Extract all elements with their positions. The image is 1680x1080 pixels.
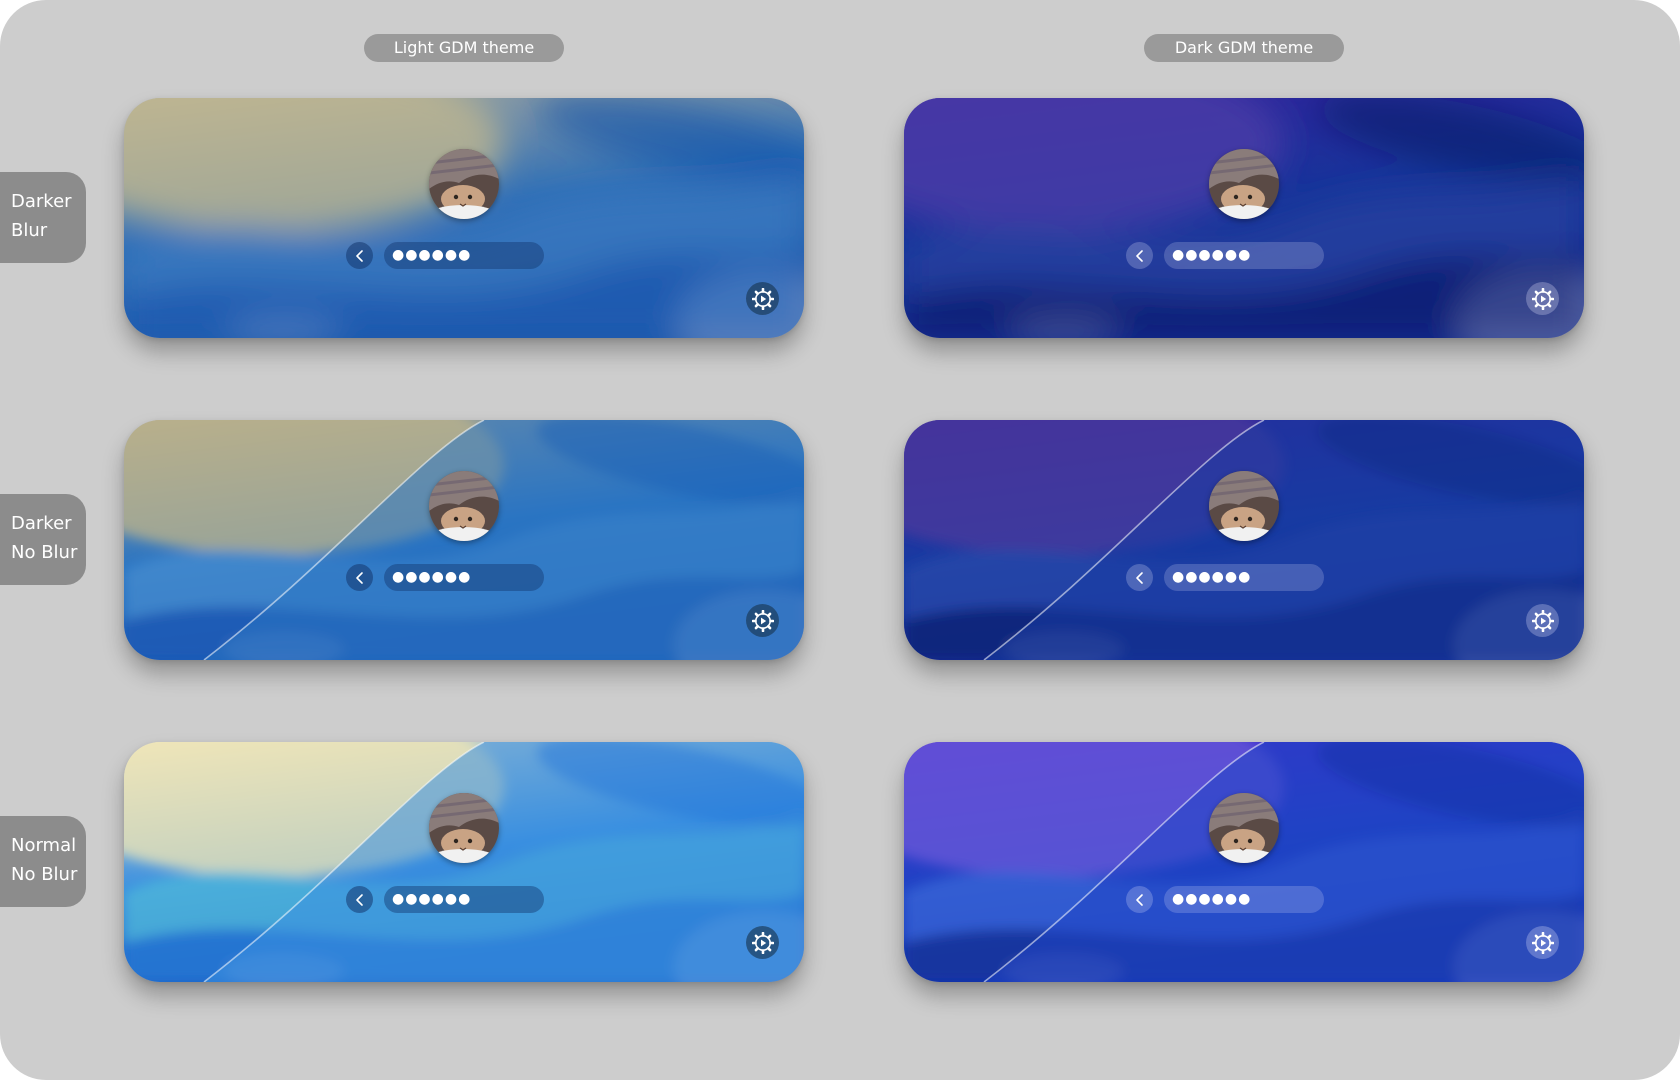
back-button[interactable] <box>346 564 373 591</box>
row-label-line: No Blur <box>11 864 78 885</box>
back-button[interactable] <box>346 242 373 269</box>
gear-icon <box>751 287 774 310</box>
back-button[interactable] <box>1126 242 1153 269</box>
user-avatar[interactable] <box>429 793 499 863</box>
row-label-line: Blur <box>11 220 48 241</box>
password-mask: ●●●●●● <box>392 247 472 263</box>
password-mask: ●●●●●● <box>1172 569 1252 585</box>
comparison-canvas: Light GDM theme Dark GDM theme Darker Bl… <box>0 0 1680 1080</box>
gear-icon <box>1531 287 1554 310</box>
password-mask: ●●●●●● <box>1172 247 1252 263</box>
gear-icon <box>751 609 774 632</box>
session-settings-button[interactable] <box>746 604 779 637</box>
back-button[interactable] <box>346 886 373 913</box>
login-preview-dark-darker-no-blur: ●●●●●● <box>904 420 1584 660</box>
chevron-left-icon <box>355 893 363 906</box>
row-label-line: No Blur <box>11 542 78 563</box>
password-field[interactable]: ●●●●●● <box>1164 242 1324 269</box>
row-label-normal-no-blur: Normal No Blur <box>0 816 86 907</box>
user-avatar[interactable] <box>429 149 499 219</box>
gear-icon <box>751 931 774 954</box>
chevron-left-icon <box>1135 571 1143 584</box>
password-field[interactable]: ●●●●●● <box>384 886 544 913</box>
avatar-image <box>1209 149 1279 219</box>
login-preview-dark-darker-blur: ●●●●●● <box>904 98 1584 338</box>
user-avatar[interactable] <box>1209 793 1279 863</box>
session-settings-button[interactable] <box>746 926 779 959</box>
chevron-left-icon <box>355 571 363 584</box>
password-field[interactable]: ●●●●●● <box>1164 886 1324 913</box>
row-label-line: Darker <box>11 191 72 212</box>
row-label-line: Darker <box>11 513 72 534</box>
chevron-left-icon <box>1135 893 1143 906</box>
avatar-image <box>1209 471 1279 541</box>
avatar-image <box>429 149 499 219</box>
gear-icon <box>1531 931 1554 954</box>
chevron-left-icon <box>355 249 363 262</box>
avatar-image <box>429 793 499 863</box>
user-avatar[interactable] <box>1209 149 1279 219</box>
login-preview-light-normal-no-blur: ●●●●●● <box>124 742 804 982</box>
login-preview-light-darker-blur: ●●●●●● <box>124 98 804 338</box>
row-label-darker-no-blur: Darker No Blur <box>0 494 86 585</box>
gear-icon <box>1531 609 1554 632</box>
user-avatar[interactable] <box>429 471 499 541</box>
login-preview-light-darker-no-blur: ●●●●●● <box>124 420 804 660</box>
avatar-image <box>429 471 499 541</box>
login-preview-dark-normal-no-blur: ●●●●●● <box>904 742 1584 982</box>
password-mask: ●●●●●● <box>392 569 472 585</box>
session-settings-button[interactable] <box>746 282 779 315</box>
row-label-darker-blur: Darker Blur <box>0 172 86 263</box>
password-field[interactable]: ●●●●●● <box>384 242 544 269</box>
session-settings-button[interactable] <box>1526 282 1559 315</box>
row-label-line: Normal <box>11 835 77 856</box>
password-field[interactable]: ●●●●●● <box>1164 564 1324 591</box>
column-header-light: Light GDM theme <box>364 34 564 62</box>
column-header-dark: Dark GDM theme <box>1144 34 1344 62</box>
password-mask: ●●●●●● <box>392 891 472 907</box>
chevron-left-icon <box>1135 249 1143 262</box>
user-avatar[interactable] <box>1209 471 1279 541</box>
session-settings-button[interactable] <box>1526 926 1559 959</box>
avatar-image <box>1209 793 1279 863</box>
password-mask: ●●●●●● <box>1172 891 1252 907</box>
back-button[interactable] <box>1126 886 1153 913</box>
session-settings-button[interactable] <box>1526 604 1559 637</box>
back-button[interactable] <box>1126 564 1153 591</box>
password-field[interactable]: ●●●●●● <box>384 564 544 591</box>
